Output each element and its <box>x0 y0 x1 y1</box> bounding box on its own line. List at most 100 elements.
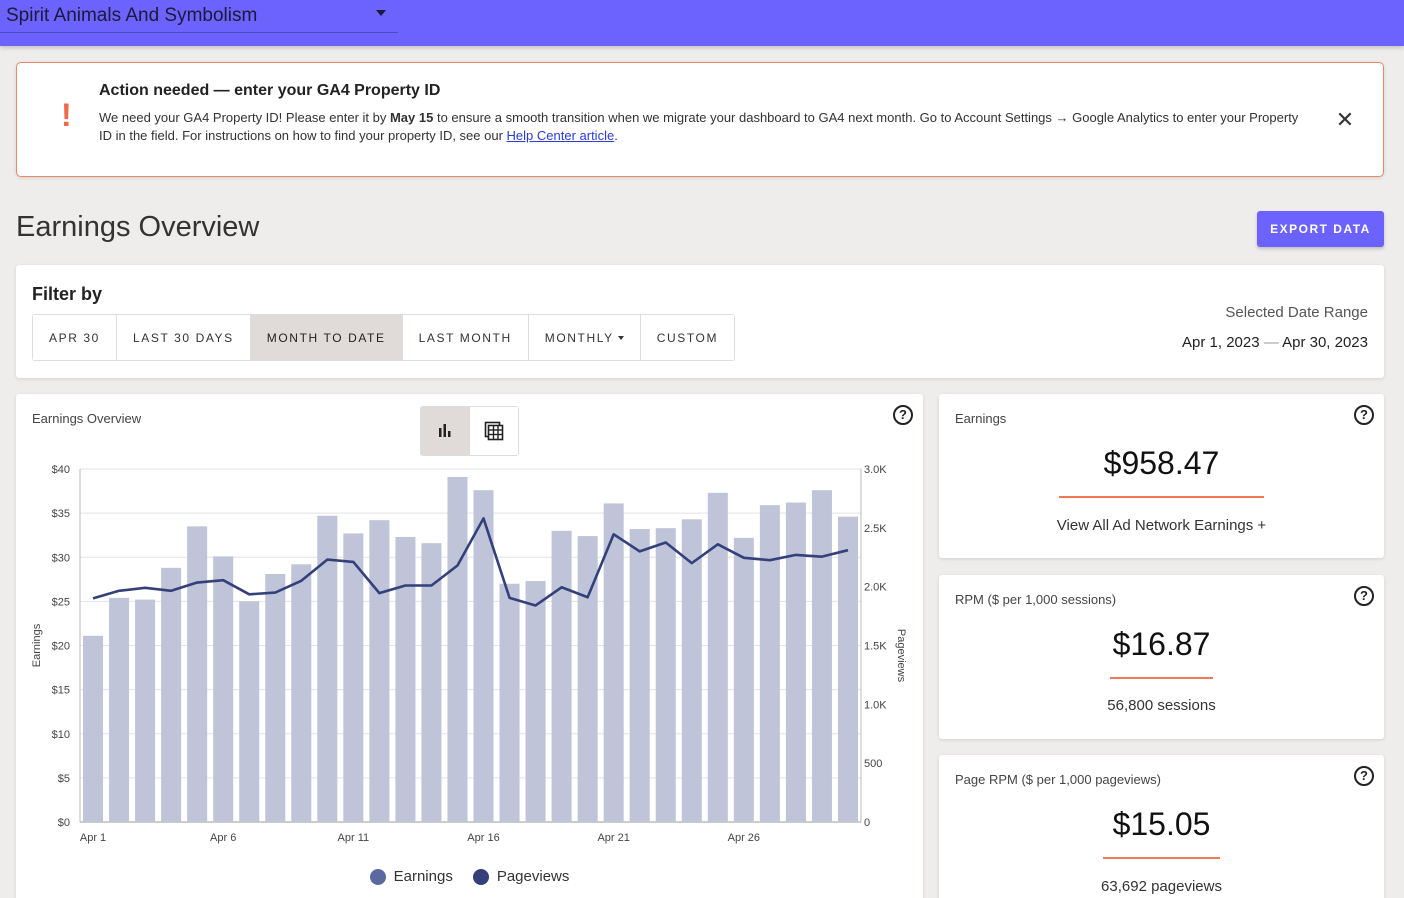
legend-item-earnings[interactable]: Earnings <box>369 868 453 885</box>
earnings-bar <box>837 516 858 822</box>
alert-text-part1: We need your GA4 Property ID! Please ent… <box>99 110 390 125</box>
earnings-bar <box>109 597 130 822</box>
filter-button-label: LAST 30 DAYS <box>132 330 234 345</box>
earnings-value: $958.47 <box>1103 445 1220 481</box>
earnings-bar <box>317 515 338 822</box>
earnings-bar <box>343 533 364 822</box>
earnings-chart-card: Earnings Overview ? $0 $5 $10 $15 $20 $25 $30 $… <box>16 394 923 898</box>
y2-tick-label: 2.5K <box>864 523 887 535</box>
x-tick-label: Apr 26 <box>728 832 760 844</box>
earnings-bar <box>525 581 546 822</box>
earnings-bar <box>629 529 650 822</box>
y-tick-label: $15 <box>52 685 70 697</box>
page-rpm-label: Page RPM ($ per 1,000 pageviews) <box>955 772 1161 787</box>
y-tick-label: $35 <box>52 508 70 520</box>
date-filter-group: APR 30 LAST 30 DAYS MONTH TO DATE LAST MONT… <box>32 314 736 361</box>
y2-tick-label: 2.0K <box>864 582 887 594</box>
selected-range-label: Selected Date Range <box>1225 304 1368 321</box>
sessions-count: 56,800 sessions <box>1107 697 1216 714</box>
y-tick-label: $20 <box>52 641 70 653</box>
filter-apr-30-button[interactable]: APR 30 <box>33 315 116 360</box>
page-rpm-value: $15.05 <box>1112 806 1211 842</box>
filter-button-label: CUSTOM <box>656 330 719 345</box>
earnings-bar <box>681 519 702 822</box>
range-separator: — <box>1263 334 1279 351</box>
legend-label: Pageviews <box>496 868 570 885</box>
alert-title: Action needed — enter your GA4 Property … <box>99 82 441 99</box>
close-icon[interactable]: ✕ <box>1333 108 1357 132</box>
earnings-bar <box>811 490 832 822</box>
rpm-underline <box>1110 677 1213 679</box>
y2-tick-label: 500 <box>864 758 882 770</box>
x-tick-label: Apr 11 <box>338 832 370 844</box>
filter-button-label: MONTH TO DATE <box>266 330 386 345</box>
filter-title: Filter by <box>32 284 103 304</box>
earnings-bar <box>369 520 390 822</box>
ga4-alert-banner: ! Action needed — enter your GA4 Propert… <box>16 62 1384 177</box>
legend-swatch <box>472 868 489 885</box>
filter-custom-button[interactable]: CUSTOM <box>639 315 735 360</box>
site-selector[interactable]: Spirit Animals And Symbolism <box>0 0 398 33</box>
earnings-bar <box>655 528 676 822</box>
earnings-bar <box>161 567 182 822</box>
y2-tick-label: 1.0K <box>864 699 887 711</box>
alert-deadline: May 15 <box>389 110 434 125</box>
caret-down-icon <box>617 335 624 340</box>
earnings-bar <box>135 599 156 822</box>
y2-axis-title: Pageviews <box>895 629 907 683</box>
y-tick-label: $25 <box>52 596 70 608</box>
site-name: Spirit Animals And Symbolism <box>6 5 258 26</box>
y2-tick-label: 0 <box>864 817 870 829</box>
x-tick-label: Apr 1 <box>80 832 106 844</box>
earnings-bar <box>447 476 468 822</box>
y-tick-label: $5 <box>58 773 70 785</box>
alert-text-part3: . <box>614 128 618 143</box>
y2-tick-label: 1.5K <box>864 641 887 653</box>
export-data-button[interactable]: EXPORT DATA <box>1257 211 1384 247</box>
earnings-bar <box>733 537 754 822</box>
earnings-bar <box>785 502 806 822</box>
earnings-bar <box>213 556 234 822</box>
rpm-help-icon[interactable]: ? <box>1354 586 1374 606</box>
y-axis-title: Earnings <box>31 623 43 667</box>
earnings-bar <box>499 583 520 822</box>
earnings-bar <box>83 635 104 822</box>
rpm-stat-card: RPM ($ per 1,000 sessions) ? $16.87 56,8… <box>939 575 1384 739</box>
caret-down-icon <box>376 10 386 16</box>
help-center-link[interactable]: Help Center article <box>507 128 615 143</box>
x-tick-label: Apr 21 <box>597 832 629 844</box>
filter-monthly-button[interactable]: MONTHLY <box>527 315 640 360</box>
x-tick-label: Apr 6 <box>210 832 236 844</box>
earnings-bar <box>395 536 416 822</box>
earnings-help-icon[interactable]: ? <box>1354 405 1374 425</box>
chart-legend: Earnings Pageviews <box>16 868 923 885</box>
earnings-label: Earnings <box>955 411 1007 426</box>
page-rpm-help-icon[interactable]: ? <box>1354 766 1374 786</box>
earnings-bar <box>239 601 260 822</box>
view-ad-network-earnings-link[interactable]: View All Ad Network Earnings + <box>939 517 1384 534</box>
filter-button-label: MONTHLY <box>544 330 614 345</box>
selected-range-value: Apr 1, 2023 — Apr 30, 2023 <box>1182 334 1368 351</box>
earnings-bar <box>707 492 728 822</box>
legend-item-pageviews[interactable]: Pageviews <box>472 868 570 885</box>
earnings-bar <box>265 574 286 822</box>
alert-body: We need your GA4 Property ID! Please ent… <box>99 109 1299 145</box>
earnings-bar <box>759 505 780 822</box>
earnings-bar <box>187 526 208 822</box>
filter-month-to-date-button[interactable]: MONTH TO DATE <box>249 315 402 360</box>
pageviews-count: 63,692 pageviews <box>1101 878 1222 895</box>
legend-swatch <box>369 868 386 885</box>
filter-last-month-button[interactable]: LAST MONTH <box>401 315 528 360</box>
rpm-value: $16.87 <box>1112 626 1211 662</box>
filter-last-30-days-button[interactable]: LAST 30 DAYS <box>115 315 250 360</box>
earnings-stat-card: Earnings ? $958.47 View All Ad Network E… <box>939 394 1384 558</box>
rpm-label: RPM ($ per 1,000 sessions) <box>955 592 1117 607</box>
legend-label: Earnings <box>393 868 453 885</box>
range-start: Apr 1, 2023 <box>1182 334 1260 351</box>
range-end: Apr 30, 2023 <box>1282 334 1368 351</box>
y2-tick-label: 3.0K <box>864 464 887 476</box>
earnings-chart: $0 $5 $10 $15 $20 $25 $30 $35 $40 0 500 1.0K 1.5K 2.0… <box>31 464 907 844</box>
x-tick-label: Apr 16 <box>467 832 499 844</box>
y-tick-label: $0 <box>58 817 70 829</box>
earnings-underline <box>1059 496 1264 498</box>
